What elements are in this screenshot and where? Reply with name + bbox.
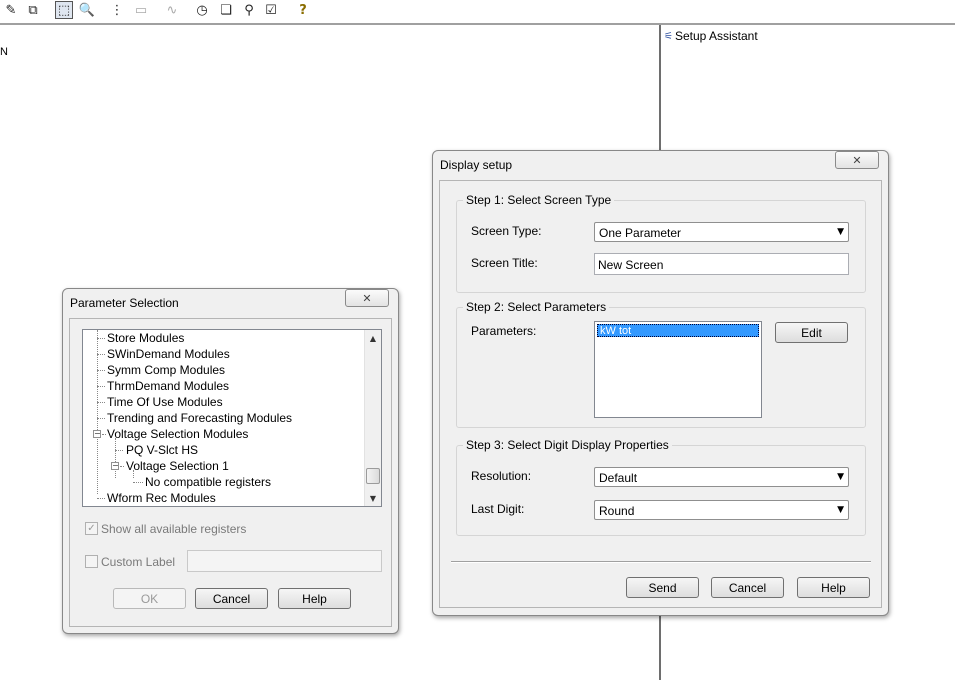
send-button[interactable]: Send xyxy=(626,577,699,598)
chevron-down-icon: ▼ xyxy=(837,472,844,482)
show-all-label: Show all available registers xyxy=(101,522,247,536)
dialog-client-area: Store Modules SWinDemand Modules Symm Co… xyxy=(69,318,392,627)
probe-icon[interactable]: ⚲ xyxy=(240,1,258,19)
setup-assistant-icon: ⚟ xyxy=(664,30,673,42)
screen-type-value: One Parameter xyxy=(599,226,682,240)
step3-title: Step 3: Select Digit Display Properties xyxy=(463,438,672,452)
tree-item[interactable]: ThrmDemand Modules xyxy=(107,379,229,393)
tree-line xyxy=(97,354,105,355)
tree-line xyxy=(97,418,105,419)
tree-line xyxy=(97,402,105,403)
parameters-label: Parameters: xyxy=(471,324,537,338)
dialog-title: Parameter Selection xyxy=(70,296,179,310)
tree-line xyxy=(115,450,123,451)
list-item[interactable]: kW tot xyxy=(597,324,759,337)
register-tree[interactable]: Store Modules SWinDemand Modules Symm Co… xyxy=(82,329,382,507)
resolution-value: Default xyxy=(599,471,638,485)
pane-splitter[interactable] xyxy=(659,25,661,150)
step2-group: Step 2: Select Parameters Parameters: kW… xyxy=(456,300,866,428)
left-text-fragment: N xyxy=(0,46,8,58)
windows-icon[interactable]: ⧉ xyxy=(24,1,42,19)
close-icon[interactable]: ✕ xyxy=(345,289,389,307)
setup-assistant-node[interactable]: ⚟ Setup Assistant xyxy=(664,28,758,44)
tree-line xyxy=(120,466,124,467)
dialog-title: Display setup xyxy=(440,158,513,172)
ok-button[interactable]: OK xyxy=(113,588,186,609)
edit-button[interactable]: Edit xyxy=(775,322,848,343)
resolution-dropdown[interactable]: Default ▼ xyxy=(594,467,849,487)
tree-line xyxy=(97,370,105,371)
parameters-listbox[interactable]: kW tot xyxy=(594,321,762,418)
screen-title-value: New Screen xyxy=(598,258,664,272)
cancel-button[interactable]: Cancel xyxy=(711,577,784,598)
tree-item[interactable]: No compatible registers xyxy=(145,475,271,489)
tree-line xyxy=(133,482,143,483)
scroll-down-icon[interactable]: ▼ xyxy=(365,490,381,506)
help-button[interactable]: Help xyxy=(278,588,351,609)
step2-title: Step 2: Select Parameters xyxy=(463,300,610,314)
screen-type-dropdown[interactable]: One Parameter ▼ xyxy=(594,222,849,242)
check-icon[interactable]: ☑ xyxy=(262,1,280,19)
chevron-down-icon: ▼ xyxy=(837,227,844,237)
tree-icon[interactable]: ⋮ xyxy=(108,1,126,19)
toolbar-divider xyxy=(0,23,955,25)
tree-item[interactable]: PQ V-Slct HS xyxy=(126,443,198,457)
tree-item[interactable]: Store Modules xyxy=(107,331,184,345)
tree-item[interactable]: Trending and Forecasting Modules xyxy=(107,411,292,425)
help-button[interactable]: Help xyxy=(797,577,870,598)
resolution-label: Resolution: xyxy=(471,469,532,483)
tree-item[interactable]: Voltage Selection 1 xyxy=(126,459,229,473)
custom-label-label: Custom Label xyxy=(101,555,176,569)
collapse-icon[interactable]: − xyxy=(111,462,119,470)
dialog-client-area: Step 1: Select Screen Type Screen Type: … xyxy=(439,180,882,608)
scroll-up-icon[interactable]: ▲ xyxy=(365,330,381,346)
last-digit-dropdown[interactable]: Round ▼ xyxy=(594,500,849,520)
tree-line xyxy=(115,438,116,478)
custom-label-checkbox[interactable] xyxy=(85,555,98,568)
setup-assistant-label: Setup Assistant xyxy=(674,29,758,43)
tree-item[interactable]: Symm Comp Modules xyxy=(107,363,225,377)
chart-icon[interactable]: ∿ xyxy=(163,1,181,19)
screen-title-input[interactable]: New Screen xyxy=(594,253,849,275)
pane-splitter-lower[interactable] xyxy=(659,614,661,680)
parameter-selection-dialog: Parameter Selection ✕ Store Modules SWin… xyxy=(62,288,399,634)
show-all-checkbox[interactable]: ✓ xyxy=(85,522,98,535)
tree-line xyxy=(97,338,105,339)
tree-scrollbar[interactable]: ▲ ▼ xyxy=(364,330,381,506)
tree-item[interactable]: SWinDemand Modules xyxy=(107,347,230,361)
tree-line xyxy=(97,498,105,499)
zoom-icon[interactable]: 🔍 xyxy=(78,1,96,19)
screen-type-label: Screen Type: xyxy=(471,224,542,238)
stack-icon[interactable]: ❏ xyxy=(217,1,235,19)
cancel-button[interactable]: Cancel xyxy=(195,588,268,609)
display-setup-dialog: Display setup ✕ Step 1: Select Screen Ty… xyxy=(432,150,889,616)
tree-line xyxy=(102,434,106,435)
pages-icon[interactable]: ▭ xyxy=(132,1,150,19)
chevron-down-icon: ▼ xyxy=(837,505,844,515)
tree-line xyxy=(97,386,105,387)
collapse-icon[interactable]: − xyxy=(93,430,101,438)
tree-item[interactable]: Wform Rec Modules xyxy=(107,491,216,505)
select-icon[interactable]: ⬚ xyxy=(55,1,73,19)
scroll-thumb[interactable] xyxy=(366,468,380,484)
screen-title-label: Screen Title: xyxy=(471,256,538,270)
step1-group: Step 1: Select Screen Type Screen Type: … xyxy=(456,193,866,293)
help-icon[interactable]: ? xyxy=(294,1,312,19)
last-digit-label: Last Digit: xyxy=(471,502,525,516)
tree-item[interactable]: Voltage Selection Modules xyxy=(107,427,248,441)
toolbar: ✎ ⧉ ⬚ 🔍 ⋮ ▭ ∿ ◷ ❏ ⚲ ☑ ? xyxy=(0,0,955,22)
custom-label-input[interactable] xyxy=(187,550,382,572)
step1-title: Step 1: Select Screen Type xyxy=(463,193,615,207)
close-icon[interactable]: ✕ xyxy=(835,151,879,169)
step3-group: Step 3: Select Digit Display Properties … xyxy=(456,438,866,536)
button-separator xyxy=(451,561,871,563)
clock-icon[interactable]: ◷ xyxy=(193,1,211,19)
last-digit-value: Round xyxy=(599,504,635,518)
tree-item[interactable]: Time Of Use Modules xyxy=(107,395,223,409)
eraser-icon[interactable]: ✎ xyxy=(2,1,20,19)
